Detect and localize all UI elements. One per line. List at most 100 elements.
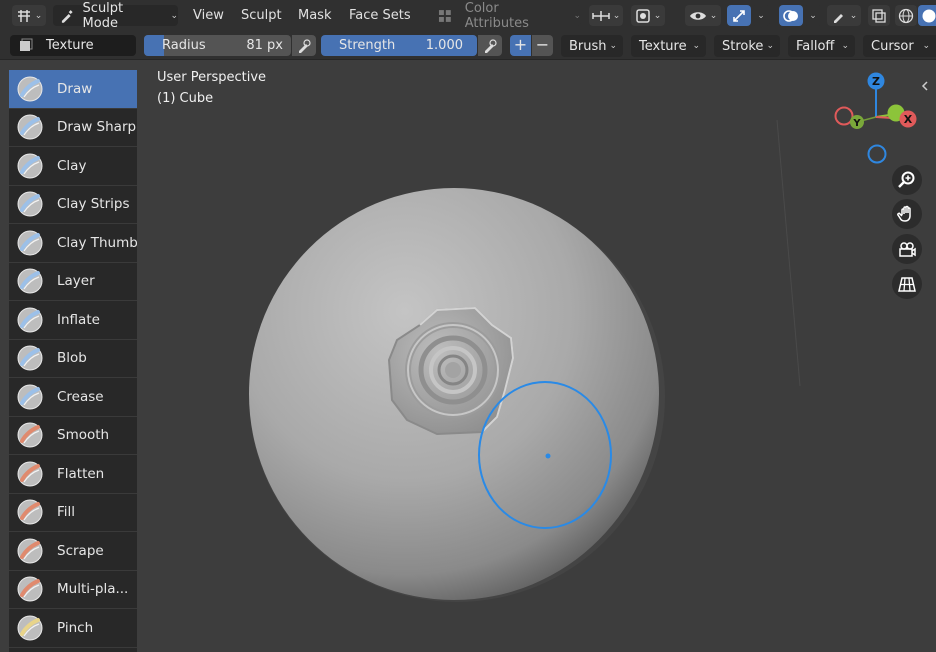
tool-crease[interactable]: Crease xyxy=(9,378,137,417)
tool-scrape[interactable]: Scrape xyxy=(9,532,137,571)
tool-label: Pinch xyxy=(57,619,94,636)
tool-inflate[interactable]: Inflate xyxy=(9,301,137,340)
editor-type-button[interactable]: ⌄ xyxy=(12,5,46,26)
tool-draw-sharp[interactable]: Draw Sharp xyxy=(9,109,137,147)
zoom-button[interactable] xyxy=(892,165,922,195)
color-attributes-label: Color Attributes xyxy=(464,0,529,31)
mode-selector[interactable]: Sculpt Mode ⌄ xyxy=(53,1,178,31)
cursor-dropdown-label: Cursor xyxy=(871,38,914,54)
crease-brush-icon xyxy=(17,384,43,410)
tool-label: Scrape xyxy=(57,542,104,559)
tool-label: Inflate xyxy=(57,311,100,328)
dyntopo-icon xyxy=(635,8,650,23)
editor-type-icon xyxy=(17,9,30,22)
tool-smooth[interactable]: Smooth xyxy=(9,417,137,455)
direction-subtract-button[interactable]: − xyxy=(532,35,553,56)
mode-label: Sculpt Mode xyxy=(82,0,124,31)
menu-face-sets[interactable]: Face Sets xyxy=(349,4,411,27)
ortho-toggle-button[interactable] xyxy=(892,269,922,299)
tool-label: Blob xyxy=(57,350,87,367)
sculpt-toolbar: Draw Draw Sharp Clay Clay Strips Clay Thumb L… xyxy=(9,70,137,652)
fill-brush-icon xyxy=(17,499,43,525)
pinch-brush-icon xyxy=(17,615,43,641)
tool-clay[interactable]: Clay xyxy=(9,147,137,186)
tool-settings-bar: Texture Radius 81 px Strength 1.000 + − … xyxy=(0,31,936,60)
overlays-toggle-button[interactable] xyxy=(779,5,803,26)
texture-icon xyxy=(20,38,33,51)
texture-dropdown[interactable]: Texture ⌄ xyxy=(631,35,706,57)
draw-sharp-brush-icon xyxy=(17,114,43,140)
tool-layer[interactable]: Layer xyxy=(9,263,137,301)
xray-button[interactable]: ⌄ xyxy=(827,5,861,26)
strength-label: Strength xyxy=(339,38,396,53)
shading-solid-button[interactable] xyxy=(918,5,936,26)
scrape-brush-icon xyxy=(17,538,43,564)
tool-clay-strips[interactable]: Clay Strips xyxy=(9,186,137,224)
direction-add-button[interactable]: + xyxy=(510,35,531,56)
tool-pinch[interactable]: Pinch xyxy=(9,609,137,648)
viewport-scene: Z Y X xyxy=(249,72,928,602)
tool-label: Smooth xyxy=(57,427,110,444)
cursor-dropdown[interactable]: Cursor ⌄ xyxy=(863,35,936,57)
gizmo-toggle-button[interactable] xyxy=(727,5,751,26)
radius-fill xyxy=(144,35,164,56)
dyntopo-button[interactable]: ⌄ xyxy=(631,5,665,26)
symmetry-icon xyxy=(591,10,610,21)
camera-view-button[interactable] xyxy=(892,234,922,264)
shading-wireframe-button[interactable] xyxy=(895,5,917,26)
radius-field[interactable]: Radius 81 px xyxy=(144,35,291,56)
tool-label: Layer xyxy=(57,273,95,290)
viewport-grid-line xyxy=(776,119,801,387)
tool-clay-thumb[interactable]: Clay Thumb xyxy=(9,224,137,263)
strength-pressure-button[interactable] xyxy=(478,35,502,56)
3d-viewport[interactable]: Z Y X User Perspective (1) Cube xyxy=(137,60,936,652)
tool-label: Crease xyxy=(57,388,104,405)
overlays-dropdown[interactable]: ⌄ xyxy=(804,5,822,26)
tool-multi-pla[interactable]: Multi-pla... xyxy=(9,571,137,609)
sculpt-mode-icon xyxy=(61,9,73,23)
pan-button[interactable] xyxy=(892,199,922,229)
draw-brush-icon xyxy=(17,76,43,102)
sidebar-toggle-icon[interactable] xyxy=(921,81,928,91)
viewport-header: ⌄ Sculpt Mode ⌄ View Sculpt Mask Face Se… xyxy=(0,0,936,31)
layer-brush-icon xyxy=(17,268,43,294)
brush-texture-selector[interactable]: Texture xyxy=(10,35,136,56)
menu-sculpt[interactable]: Sculpt xyxy=(241,4,282,27)
menu-mask[interactable]: Mask xyxy=(298,4,331,27)
flatten-brush-icon xyxy=(17,461,43,487)
falloff-dropdown[interactable]: Falloff ⌄ xyxy=(788,35,855,57)
navigation-gizmo[interactable]: Z Y X xyxy=(834,72,917,164)
texture-label: Texture xyxy=(46,38,94,53)
visibility-button[interactable]: ⌄ xyxy=(685,5,721,26)
radius-pressure-button[interactable] xyxy=(292,35,316,56)
tool-fill[interactable]: Fill xyxy=(9,494,137,532)
brush-dropdown[interactable]: Brush ⌄ xyxy=(561,35,623,57)
viewport-object-label: (1) Cube xyxy=(157,91,214,106)
tool-label: Clay xyxy=(57,157,87,174)
wireframe-sphere-icon xyxy=(898,8,914,23)
tool-flatten[interactable]: Flatten xyxy=(9,455,137,494)
gizmo-icon xyxy=(733,9,745,22)
grid-perspective-icon xyxy=(898,277,916,292)
symmetry-button[interactable]: ⌄ xyxy=(589,5,623,26)
stroke-dropdown[interactable]: Stroke ⌄ xyxy=(714,35,780,57)
blob-brush-icon xyxy=(17,345,43,371)
clay-strips-brush-icon xyxy=(17,191,43,217)
hand-icon xyxy=(897,205,911,222)
toggle-xray-button[interactable] xyxy=(868,5,890,26)
strength-field[interactable]: Strength 1.000 xyxy=(321,35,477,56)
tool-label: Clay Strips xyxy=(57,196,130,213)
brush-dropdown-label: Brush xyxy=(569,38,607,54)
gizmo-y-label: Y xyxy=(852,118,861,129)
texture-dropdown-label: Texture xyxy=(639,38,687,54)
menu-view[interactable]: View xyxy=(193,4,224,27)
gizmo-dropdown[interactable]: ⌄ xyxy=(752,5,770,26)
inflate-brush-icon xyxy=(17,307,43,333)
color-attributes-dropdown[interactable]: Color Attributes ⌄ xyxy=(437,1,581,31)
tool-blob[interactable]: Blob xyxy=(9,340,137,378)
pen-pressure-icon xyxy=(485,38,497,53)
tool-label: Fill xyxy=(57,504,76,521)
radius-label: Radius xyxy=(162,38,206,53)
overlays-icon xyxy=(783,9,798,22)
tool-draw[interactable]: Draw xyxy=(9,70,137,109)
